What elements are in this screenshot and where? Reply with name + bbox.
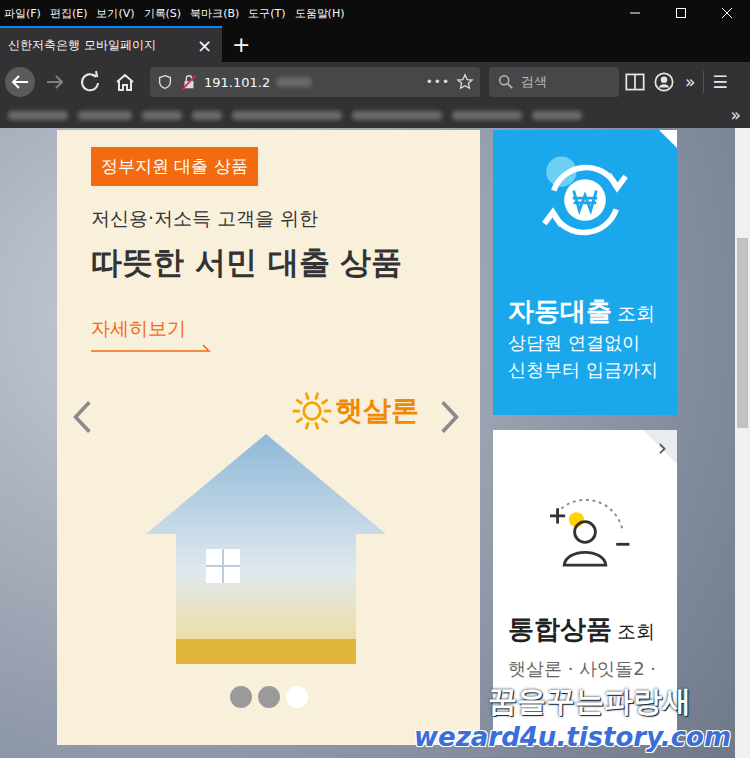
- bookmark-item[interactable]: [142, 111, 182, 120]
- menu-item[interactable]: 도움말(H): [295, 6, 345, 21]
- browser-window: 파일(F) 편집(E) 보기(V) 기록(S) 북마크(B) 도구(T) 도움말(H) 신한…: [0, 0, 750, 758]
- page-content: 정부지원 대출 상품 저신용·저소득 고객을 위한 따뜻한 서민 대출 상품 자…: [0, 128, 750, 758]
- close-icon[interactable]: [704, 0, 750, 26]
- search-icon: [497, 73, 515, 91]
- card-chevron[interactable]: ›: [657, 434, 667, 462]
- banner-subtitle: 저신용·저소득 고객을 위한: [91, 206, 480, 232]
- forward-arrow-icon[interactable]: [39, 66, 71, 98]
- bookmark-item[interactable]: [192, 111, 222, 120]
- bookmark-item[interactable]: [352, 111, 442, 120]
- pager-dot[interactable]: [230, 686, 252, 708]
- scrollbar-thumb[interactable]: [737, 238, 748, 428]
- blurred-url: [276, 77, 312, 87]
- search-field[interactable]: 검색: [489, 67, 619, 97]
- pager-dot[interactable]: [286, 686, 308, 708]
- star-icon[interactable]: [456, 73, 474, 91]
- sun-icon: [289, 388, 335, 434]
- menu-item[interactable]: 도구(T): [248, 6, 285, 21]
- new-tab-button[interactable]: +: [222, 26, 260, 62]
- sunshine-loan-logo: 햇살론: [289, 388, 419, 434]
- menu-item[interactable]: 기록(S): [144, 6, 182, 21]
- reload-icon[interactable]: [74, 66, 106, 98]
- back-arrow-icon[interactable]: [4, 66, 36, 98]
- person-icon: [533, 480, 637, 584]
- slide-pager: [57, 686, 480, 708]
- service-card[interactable]: 자동대출 조회 상담원 연결없이신청부터 입금까지: [493, 130, 677, 415]
- menu-item[interactable]: 편집(E): [50, 6, 88, 21]
- home-icon[interactable]: [109, 66, 141, 98]
- banner-title: 따뜻한 서민 대출 상품: [91, 242, 480, 284]
- won-refresh-icon: [533, 148, 637, 252]
- app-menu-button[interactable]: ☰: [707, 72, 732, 92]
- menu-item[interactable]: 파일(F): [4, 6, 41, 21]
- shield-icon[interactable]: [156, 73, 174, 91]
- menu-item[interactable]: 북마크(B): [190, 6, 239, 21]
- bookmark-item[interactable]: [452, 111, 522, 120]
- watermark: 꿈을꾸는파랑새 wezard4u.tistory.com: [414, 682, 731, 752]
- url-field[interactable]: 191.101.2 •••: [150, 67, 480, 97]
- account-icon[interactable]: [651, 69, 677, 95]
- insecure-lock-icon[interactable]: [180, 73, 198, 91]
- overflow-button[interactable]: »: [680, 72, 700, 92]
- bookmarks-overflow-button[interactable]: »: [726, 105, 746, 125]
- reader-view-icon[interactable]: [622, 69, 648, 95]
- tab[interactable]: 신한저축은행 모바일페이지 ×: [0, 26, 222, 62]
- bookmarks-bar: »: [0, 102, 750, 128]
- minimize-icon[interactable]: [612, 0, 658, 26]
- house-photo: [136, 424, 396, 674]
- menu-item[interactable]: 보기(V): [96, 6, 134, 21]
- page-background: 정부지원 대출 상품 저신용·저소득 고객을 위한 따뜻한 서민 대출 상품 자…: [0, 128, 735, 758]
- next-arrow-icon[interactable]: [439, 398, 461, 436]
- bookmark-item[interactable]: [8, 111, 68, 120]
- nav-bar: 191.101.2 ••• 검색 » ☰: [0, 62, 750, 102]
- tab-bar: 신한저축은행 모바일페이지 × +: [0, 26, 750, 62]
- link-arrow-icon: [91, 342, 211, 352]
- pager-dot[interactable]: [258, 686, 280, 708]
- maximize-icon[interactable]: [658, 0, 704, 26]
- bookmark-item[interactable]: [232, 111, 342, 120]
- bookmark-item[interactable]: [532, 111, 582, 120]
- promo-banner[interactable]: 정부지원 대출 상품 저신용·저소득 고객을 위한 따뜻한 서민 대출 상품 자…: [57, 130, 480, 745]
- service-card[interactable]: › 통합상품 조회 햇살론 · 사잇돌2 ·: [493, 430, 677, 745]
- details-link[interactable]: 자세히보기: [91, 316, 211, 352]
- banner-badge: 정부지원 대출 상품: [91, 147, 258, 186]
- bookmark-item[interactable]: [78, 111, 132, 120]
- page-actions-button[interactable]: •••: [426, 75, 450, 89]
- tab-close-button[interactable]: ×: [197, 35, 212, 56]
- url-text: 191.101.2: [204, 75, 270, 90]
- menu-bar: 파일(F) 편집(E) 보기(V) 기록(S) 북마크(B) 도구(T) 도움말(H): [0, 0, 750, 26]
- card-corner: [659, 130, 677, 148]
- prev-arrow-icon[interactable]: [71, 398, 93, 436]
- scrollbar[interactable]: [735, 128, 750, 758]
